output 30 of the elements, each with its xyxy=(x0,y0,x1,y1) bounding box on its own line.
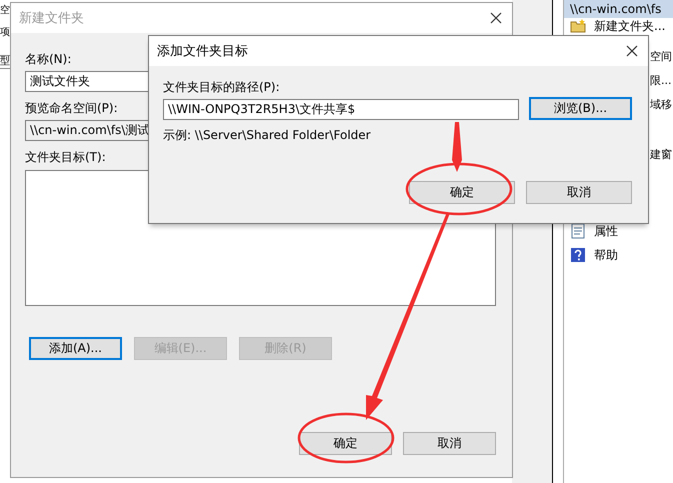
example-text: 示例: \\Server\Shared Folder\Folder xyxy=(163,127,372,144)
actions-header: \\cn-win.com\fs xyxy=(564,0,673,18)
browse-button[interactable]: 浏览(B)... xyxy=(529,96,632,120)
dialog-button[interactable]: 添加(A)... xyxy=(29,337,122,360)
cut-off-label: 项 xyxy=(0,27,10,39)
ok-button[interactable]: 确定 xyxy=(299,432,392,455)
cancel-button[interactable]: 取消 xyxy=(526,181,632,204)
action-item[interactable]: 空间 xyxy=(650,50,672,63)
properties-icon xyxy=(570,223,586,239)
action-item[interactable]: 域移 xyxy=(650,98,672,111)
name-label: 名称(N): xyxy=(25,51,72,68)
path-label: 文件夹目标的路径(P): xyxy=(163,79,280,96)
action-item[interactable]: 属性 xyxy=(594,222,618,240)
folder-icon xyxy=(570,18,586,34)
cut-off-label: 空 xyxy=(0,5,10,17)
targets-label: 文件夹目标(T): xyxy=(25,149,106,166)
action-item[interactable]: 限... xyxy=(650,74,672,87)
close-icon[interactable] xyxy=(490,12,502,24)
callout-arrow xyxy=(452,122,462,172)
ok-button[interactable]: 确定 xyxy=(409,181,515,204)
cancel-button[interactable]: 取消 xyxy=(403,432,496,455)
window-title: 新建文件夹 xyxy=(19,10,84,27)
close-icon[interactable] xyxy=(626,45,638,57)
preview-label: 预览命名空间(P): xyxy=(25,100,118,117)
action-item[interactable]: 新建文件夹... xyxy=(594,18,666,34)
action-item[interactable]: 帮助 xyxy=(594,246,618,264)
action-item[interactable]: 建窗 xyxy=(650,148,672,161)
path-field[interactable]: \\WIN-ONPQ3T2R5H3\文件共享$ xyxy=(163,99,519,120)
help-icon xyxy=(570,247,586,263)
window-title: 添加文件夹目标 xyxy=(157,43,248,60)
